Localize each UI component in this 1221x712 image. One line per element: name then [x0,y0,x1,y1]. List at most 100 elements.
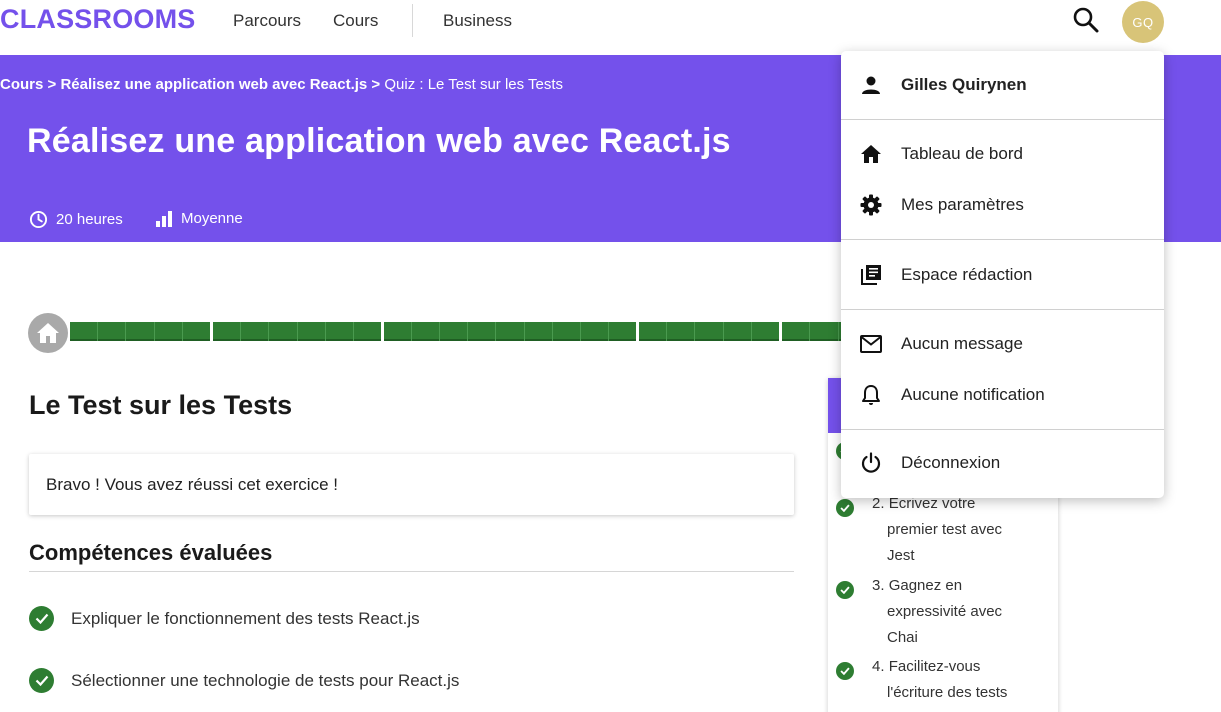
top-navigation-bar: CLASSROOMS Parcours Cours Business GQ [0,0,1221,55]
check-circle-icon [29,668,54,693]
course-difficulty: Moyenne [155,210,243,227]
mail-icon [859,332,883,356]
menu-divider [841,119,1164,120]
progress-step [298,322,326,341]
skills-title: Compétences évaluées [29,540,273,565]
progress-step [155,322,183,341]
quiz-title: Le Test sur les Tests [29,390,293,420]
progress-step [496,322,525,341]
progress-step [354,322,381,341]
chapter-line: Gagnez en [888,577,963,594]
menu-item-label: Aucun message [901,334,1023,353]
course-title: Réalisez une application web avec React.… [27,122,731,160]
menu-item-label: Tableau de bord [901,144,1023,163]
progress-step [412,322,441,341]
progress-step [752,322,779,341]
breadcrumb: Cours > Réalisez une application web ave… [0,76,563,93]
nav-parcours[interactable]: Parcours [233,11,301,31]
check-circle-icon [836,499,854,517]
course-progress-bar [70,322,866,341]
progress-step [183,322,210,341]
nav-business[interactable]: Business [443,11,512,31]
difficulty-bars-icon [156,210,172,227]
breadcrumb-separator: > [47,76,57,93]
outline-chapter-4[interactable]: 4. Facilitez-vous l'écriture des tests [836,658,1022,706]
user-dropdown-menu: Gilles Quirynen Tableau de bord Mes para… [841,51,1164,498]
success-message: Bravo ! Vous avez réussi cet exercice ! [46,475,338,494]
search-button[interactable] [1072,6,1100,34]
breadcrumb-separator: > [371,76,381,93]
progress-step [695,322,724,341]
progress-step [782,322,811,341]
progress-step [213,322,242,341]
home-icon [859,142,883,166]
clock-icon [29,210,48,229]
progress-chapter-segment[interactable] [384,322,636,341]
progress-step [639,322,668,341]
user-avatar[interactable]: GQ [1122,1,1164,43]
progress-chapter-segment[interactable] [213,322,381,341]
person-icon [859,73,883,97]
menu-item-label: Espace rédaction [901,265,1033,284]
menu-divider [841,429,1164,430]
menu-item-messages[interactable]: Aucun message [841,332,1164,356]
progress-step [126,322,155,341]
progress-step [98,322,127,341]
progress-step [609,322,636,341]
menu-item-label: Mes paramètres [901,195,1024,214]
skills-divider [29,571,794,572]
course-home-button[interactable] [28,313,68,353]
progress-step [241,322,270,341]
chapter-line: Jest [887,547,915,564]
menu-item-label: Aucune notification [901,385,1045,404]
chapter-number: 4. [872,658,885,675]
menu-item-notifications[interactable]: Aucune notification [841,383,1164,407]
progress-step [581,322,609,341]
menu-item-logout[interactable]: Déconnexion [841,451,1164,475]
breadcrumb-cours[interactable]: Cours [0,76,43,93]
progress-step [384,322,413,341]
difficulty-text: Moyenne [181,210,243,227]
nav-divider [412,4,413,37]
skill-item: Expliquer le fonctionnement des tests Re… [29,606,420,631]
nav-cours[interactable]: Cours [333,11,378,31]
library-books-icon [859,263,883,287]
chapter-number: 3. [872,577,885,594]
breadcrumb-course[interactable]: Réalisez une application web avec React.… [60,76,367,93]
progress-step [70,322,99,341]
gear-icon [859,193,883,217]
check-circle-icon [836,662,854,680]
chapter-line: Facilitez-vous [888,658,981,675]
progress-step [810,322,839,341]
skill-item: Sélectionner une technologie de tests po… [29,668,459,693]
power-icon [859,451,883,475]
menu-divider [841,309,1164,310]
search-icon [1073,7,1099,33]
brand-logo[interactable]: CLASSROOMS [0,4,196,35]
outline-chapter-3[interactable]: 3. Gagnez en expressivité avec Chai [836,577,1022,651]
skill-label: Sélectionner une technologie de tests po… [71,670,460,690]
chapter-line: Chai [887,629,918,646]
progress-step [667,322,696,341]
progress-chapter-segment[interactable] [639,322,779,341]
skill-label: Expliquer le fonctionnement des tests Re… [71,608,420,628]
menu-item-label: Déconnexion [901,453,1001,472]
chapter-line: premier test avec [887,521,1003,538]
menu-item-dashboard[interactable]: Tableau de bord [841,142,1164,166]
menu-user-name: Gilles Quirynen [901,75,1027,94]
chapter-line: l'écriture des tests [887,684,1008,701]
progress-step [440,322,469,341]
check-circle-icon [29,606,54,631]
menu-item-settings[interactable]: Mes paramètres [841,193,1164,217]
duration-text: 20 heures [56,211,123,228]
progress-step [326,322,354,341]
menu-item-writing[interactable]: Espace rédaction [841,263,1164,287]
chapter-line: expressivité avec [887,603,1003,620]
progress-step [553,322,581,341]
bell-icon [859,383,883,407]
menu-user-profile[interactable]: Gilles Quirynen [841,73,1164,97]
progress-step [525,322,553,341]
check-circle-icon [836,581,854,599]
outline-chapter-2[interactable]: 2. Écrivez votre premier test avec Jest [836,495,1022,569]
progress-chapter-segment[interactable] [70,322,210,341]
